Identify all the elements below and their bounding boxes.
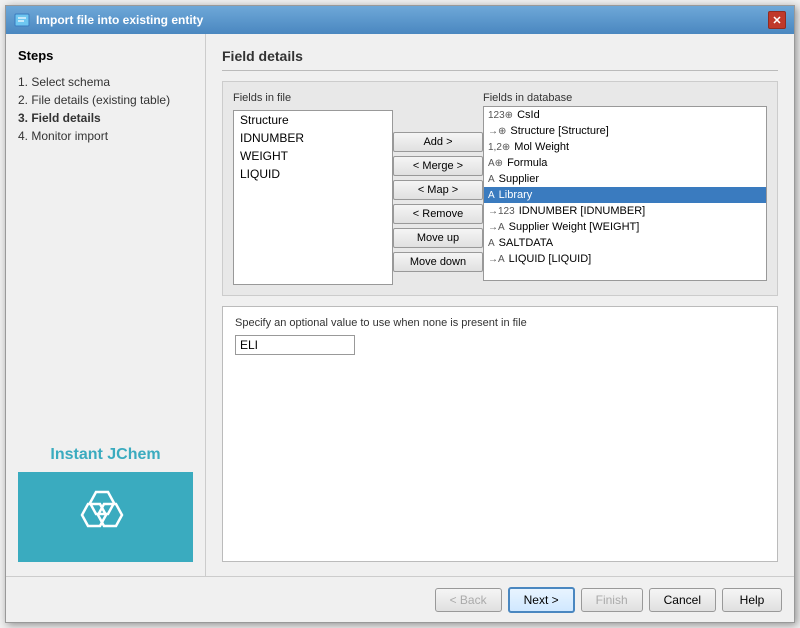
db-list-container: 123⊕ CsId →⊕ Structure [Structure] 1,2⊕ … bbox=[483, 106, 767, 281]
step-4: 4. Monitor import bbox=[18, 127, 193, 145]
db-item[interactable]: A SALTDATA bbox=[484, 235, 766, 251]
sidebar-bottom: Instant JChem bbox=[18, 446, 193, 562]
remove-button[interactable]: < Remove bbox=[393, 204, 483, 224]
db-item-icon: →123 bbox=[488, 206, 515, 217]
dialog-icon bbox=[14, 12, 30, 28]
footer: < Back Next > Finish Cancel Help bbox=[6, 576, 794, 622]
brand-name: Instant JChem bbox=[18, 446, 193, 464]
optional-input[interactable] bbox=[235, 335, 355, 355]
merge-button[interactable]: < Merge > bbox=[393, 156, 483, 176]
step-2-label: File details (existing table) bbox=[31, 93, 170, 107]
optional-label: Specify an optional value to use when no… bbox=[235, 317, 765, 329]
optional-section: Specify an optional value to use when no… bbox=[222, 306, 778, 562]
step-3-label: Field details bbox=[31, 111, 100, 125]
section-title: Field details bbox=[222, 48, 778, 71]
main-content: Field details Fields in file Structure I… bbox=[206, 34, 794, 576]
step-2: 2. File details (existing table) bbox=[18, 91, 193, 109]
db-item-icon: →A bbox=[488, 222, 505, 233]
step-4-num: 4. bbox=[18, 129, 31, 143]
db-item-label: SALTDATA bbox=[499, 237, 553, 249]
fields-in-file-list[interactable]: Structure IDNUMBER WEIGHT LIQUID bbox=[233, 110, 393, 285]
list-item[interactable]: LIQUID bbox=[234, 165, 392, 183]
db-item[interactable]: 1,2⊕ Mol Weight bbox=[484, 139, 766, 155]
db-item-icon: 123⊕ bbox=[488, 110, 513, 121]
next-button[interactable]: Next > bbox=[508, 587, 575, 613]
finish-button[interactable]: Finish bbox=[581, 588, 643, 612]
close-button[interactable]: ✕ bbox=[768, 11, 786, 29]
step-4-label: Monitor import bbox=[31, 129, 108, 143]
db-item[interactable]: →A LIQUID [LIQUID] bbox=[484, 251, 766, 267]
cancel-button[interactable]: Cancel bbox=[649, 588, 716, 612]
step-1-label: Select schema bbox=[31, 75, 110, 89]
db-item-icon: 1,2⊕ bbox=[488, 142, 510, 153]
fields-container: Fields in file Structure IDNUMBER WEIGHT… bbox=[222, 81, 778, 296]
action-buttons: Add > < Merge > < Map > < Remove Move up… bbox=[393, 110, 483, 272]
title-bar: Import file into existing entity ✕ bbox=[6, 6, 794, 34]
db-item-icon-selected: A bbox=[488, 190, 495, 201]
step-1: 1. Select schema bbox=[18, 73, 193, 91]
db-item-label: IDNUMBER [IDNUMBER] bbox=[519, 205, 646, 217]
dialog: Import file into existing entity ✕ Steps… bbox=[5, 5, 795, 623]
db-item[interactable]: →A Supplier Weight [WEIGHT] bbox=[484, 219, 766, 235]
step-3: 3. Field details bbox=[18, 109, 193, 127]
move-down-button[interactable]: Move down bbox=[393, 252, 483, 272]
brand-logo bbox=[18, 472, 193, 562]
db-item-label: Formula bbox=[507, 157, 547, 169]
step-2-num: 2. bbox=[18, 93, 31, 107]
db-item[interactable]: A Supplier bbox=[484, 171, 766, 187]
sidebar: Steps 1. Select schema 2. File details (… bbox=[6, 34, 206, 576]
db-item-selected[interactable]: A Library bbox=[484, 187, 766, 203]
fields-row: Fields in file Structure IDNUMBER WEIGHT… bbox=[233, 92, 767, 285]
list-item[interactable]: IDNUMBER bbox=[234, 129, 392, 147]
db-item-icon: A bbox=[488, 174, 495, 185]
db-item[interactable]: →⊕ Structure [Structure] bbox=[484, 123, 766, 139]
back-button[interactable]: < Back bbox=[435, 588, 502, 612]
list-item[interactable]: WEIGHT bbox=[234, 147, 392, 165]
db-item-icon: A⊕ bbox=[488, 158, 503, 169]
db-item-label: Structure [Structure] bbox=[510, 125, 608, 137]
fields-in-db-panel: Fields in database 123⊕ CsId →⊕ Structur… bbox=[483, 92, 767, 281]
brand-hexagon-icon bbox=[76, 486, 136, 549]
db-item-label: CsId bbox=[517, 109, 540, 121]
db-item-label: Supplier bbox=[499, 173, 539, 185]
db-item[interactable]: 123⊕ CsId bbox=[484, 107, 766, 123]
db-item-icon: →A bbox=[488, 254, 505, 265]
db-item-label: Supplier Weight [WEIGHT] bbox=[509, 221, 640, 233]
steps-list: 1. Select schema 2. File details (existi… bbox=[18, 73, 193, 145]
list-item[interactable]: Structure bbox=[234, 111, 392, 129]
db-item-label-selected: Library bbox=[499, 189, 533, 201]
content-area: Steps 1. Select schema 2. File details (… bbox=[6, 34, 794, 576]
db-item[interactable]: →123 IDNUMBER [IDNUMBER] bbox=[484, 203, 766, 219]
db-list[interactable]: 123⊕ CsId →⊕ Structure [Structure] 1,2⊕ … bbox=[483, 106, 767, 281]
move-up-button[interactable]: Move up bbox=[393, 228, 483, 248]
title-bar-left: Import file into existing entity bbox=[14, 12, 203, 28]
db-item[interactable]: A⊕ Formula bbox=[484, 155, 766, 171]
add-button[interactable]: Add > bbox=[393, 132, 483, 152]
dialog-title: Import file into existing entity bbox=[36, 13, 203, 27]
fields-in-file-panel: Fields in file Structure IDNUMBER WEIGHT… bbox=[233, 92, 393, 285]
db-item-icon: →⊕ bbox=[488, 126, 506, 137]
fields-in-db-label: Fields in database bbox=[483, 92, 767, 104]
db-item-label: Mol Weight bbox=[514, 141, 569, 153]
db-item-label: LIQUID [LIQUID] bbox=[509, 253, 592, 265]
db-item-icon: A bbox=[488, 238, 495, 249]
fields-in-file-label: Fields in file bbox=[233, 92, 393, 104]
map-button[interactable]: < Map > bbox=[393, 180, 483, 200]
step-3-num: 3. bbox=[18, 111, 31, 125]
help-button[interactable]: Help bbox=[722, 588, 782, 612]
step-1-num: 1. bbox=[18, 75, 31, 89]
steps-title: Steps bbox=[18, 48, 193, 63]
